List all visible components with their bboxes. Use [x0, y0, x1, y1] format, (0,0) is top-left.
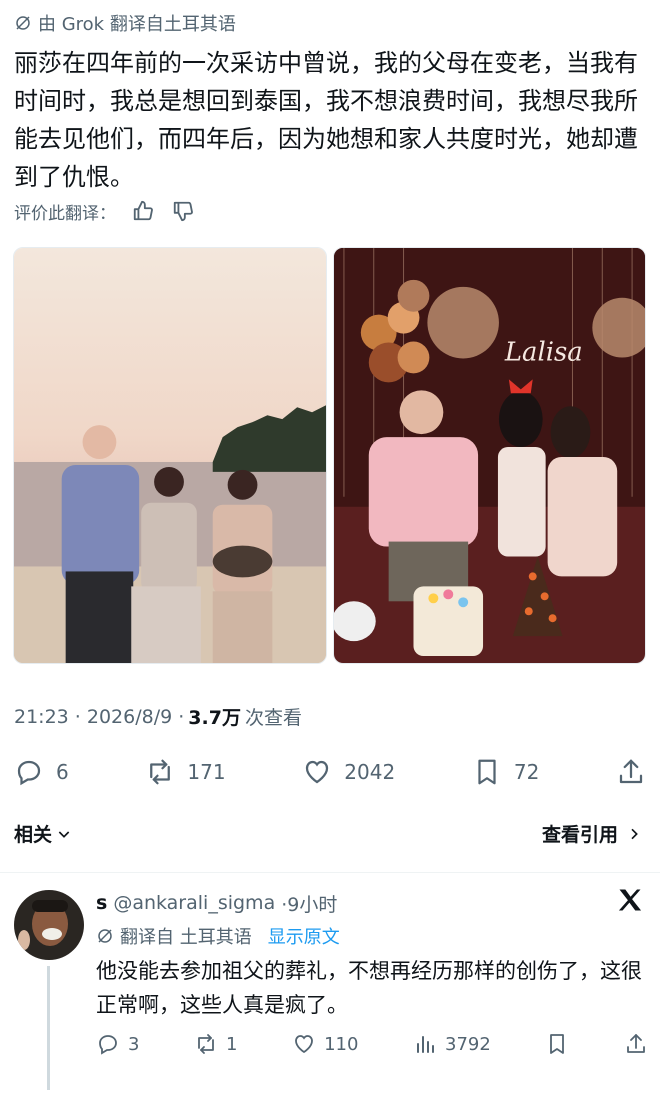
avatar-image — [14, 890, 84, 960]
tweet-timestamp[interactable]: 21:23 · 2026/8/9 · — [14, 706, 184, 728]
rate-translation: 评价此翻译： — [14, 196, 196, 226]
view-quotes-link[interactable]: 查看引用 — [542, 820, 642, 847]
views-chart-icon — [417, 1036, 434, 1053]
like-button[interactable]: 2042 — [302, 757, 395, 787]
beach-photo-image — [14, 248, 326, 663]
tweet-meta: 21:23 · 2026/8/9 · 3.7万 次查看 — [14, 703, 302, 730]
related-dropdown[interactable]: 相关 — [14, 820, 72, 847]
view-quotes-label: 查看引用 — [541, 824, 618, 846]
bookmark-icon — [478, 759, 496, 785]
photo-birthday-party[interactable]: Lalisa — [333, 247, 646, 664]
view-count: 3.7万 — [188, 707, 241, 729]
related-label: 相关 — [14, 824, 53, 846]
reply-icon — [17, 760, 41, 786]
bookmark-count: 72 — [513, 760, 540, 784]
reply-bookmark-button[interactable] — [545, 1032, 569, 1056]
chevron-down-icon — [58, 830, 70, 838]
view-count-label: 次查看 — [244, 707, 302, 729]
thread-line — [47, 966, 50, 1090]
reply-avatar[interactable] — [14, 890, 84, 960]
party-photo-image: Lalisa — [334, 248, 645, 663]
reply-repost-button[interactable]: 1 — [194, 1032, 237, 1056]
repost-button[interactable]: 171 — [145, 757, 226, 787]
lalisa-sign-text: Lalisa — [504, 337, 583, 367]
share-button[interactable] — [616, 757, 646, 787]
reply-actions: 3 1 110 3792 — [96, 1028, 648, 1060]
grok-icon — [16, 16, 30, 30]
tweet-text: 丽莎在四年前的一次采访中曾说，我的父母在变老，当我有时间时，我总是想回到泰国，我… — [14, 49, 638, 191]
rate-translation-label: 评价此翻译： — [14, 203, 116, 224]
repost-icon — [150, 759, 171, 785]
thumbs-down-icon — [173, 201, 193, 222]
section-divider — [0, 872, 660, 873]
reply-text: 他没能去参加祖父的葬礼，不想再经历那样的创伤了，这很正常啊，这些人真是疯了。 — [96, 959, 642, 1017]
reply-views-button[interactable]: 3792 — [413, 1032, 491, 1056]
grok-translation-label: 由 Grok 翻译自土耳其语 — [38, 14, 236, 35]
heart-icon — [295, 1035, 313, 1054]
tweet-actions: 6 171 2042 72 — [14, 752, 646, 792]
photo-beach-family[interactable] — [13, 247, 327, 664]
reply-author-handle[interactable]: @ankarali_sigma — [113, 892, 275, 914]
share-icon — [627, 1034, 645, 1053]
bookmark-icon — [550, 1034, 565, 1054]
reply-button[interactable]: 6 — [14, 757, 69, 787]
reply-view-count: 3792 — [445, 1033, 491, 1055]
reply-translation-note: 翻译自 土耳其语 显示原文 — [96, 922, 340, 950]
reply-like-button[interactable]: 110 — [292, 1032, 358, 1056]
heart-icon — [306, 760, 329, 784]
reply-translated-from: 翻译自 土耳其语 — [120, 927, 252, 948]
like-count: 2042 — [344, 760, 396, 784]
reply-like-count: 110 — [324, 1033, 359, 1055]
chevron-right-icon — [631, 828, 638, 839]
reply-author-name[interactable]: s — [96, 892, 107, 914]
reply-icon — [99, 1035, 117, 1055]
reply-share-button[interactable] — [624, 1032, 648, 1056]
reply-header: s @ankarali_sigma ·9小时 — [96, 888, 337, 918]
grok-translation-note: 由 Grok 翻译自土耳其语 — [14, 10, 236, 36]
reply-repost-count: 1 — [226, 1033, 238, 1055]
reply-count: 6 — [56, 760, 69, 784]
reply-reply-count: 3 — [128, 1033, 140, 1055]
grok-icon — [98, 929, 112, 943]
reply-reply-button[interactable]: 3 — [96, 1032, 139, 1056]
thumbs-down-button[interactable] — [170, 198, 196, 224]
repost-icon — [198, 1034, 214, 1054]
x-logo-icon[interactable] — [616, 886, 644, 914]
share-icon — [619, 759, 643, 784]
reply-time[interactable]: ·9小时 — [281, 890, 337, 917]
show-original-link[interactable]: 显示原文 — [268, 923, 340, 949]
bookmark-button[interactable]: 72 — [472, 757, 539, 787]
thumbs-up-icon — [133, 200, 153, 221]
thumbs-up-button[interactable] — [130, 198, 156, 224]
repost-count: 171 — [187, 760, 226, 784]
